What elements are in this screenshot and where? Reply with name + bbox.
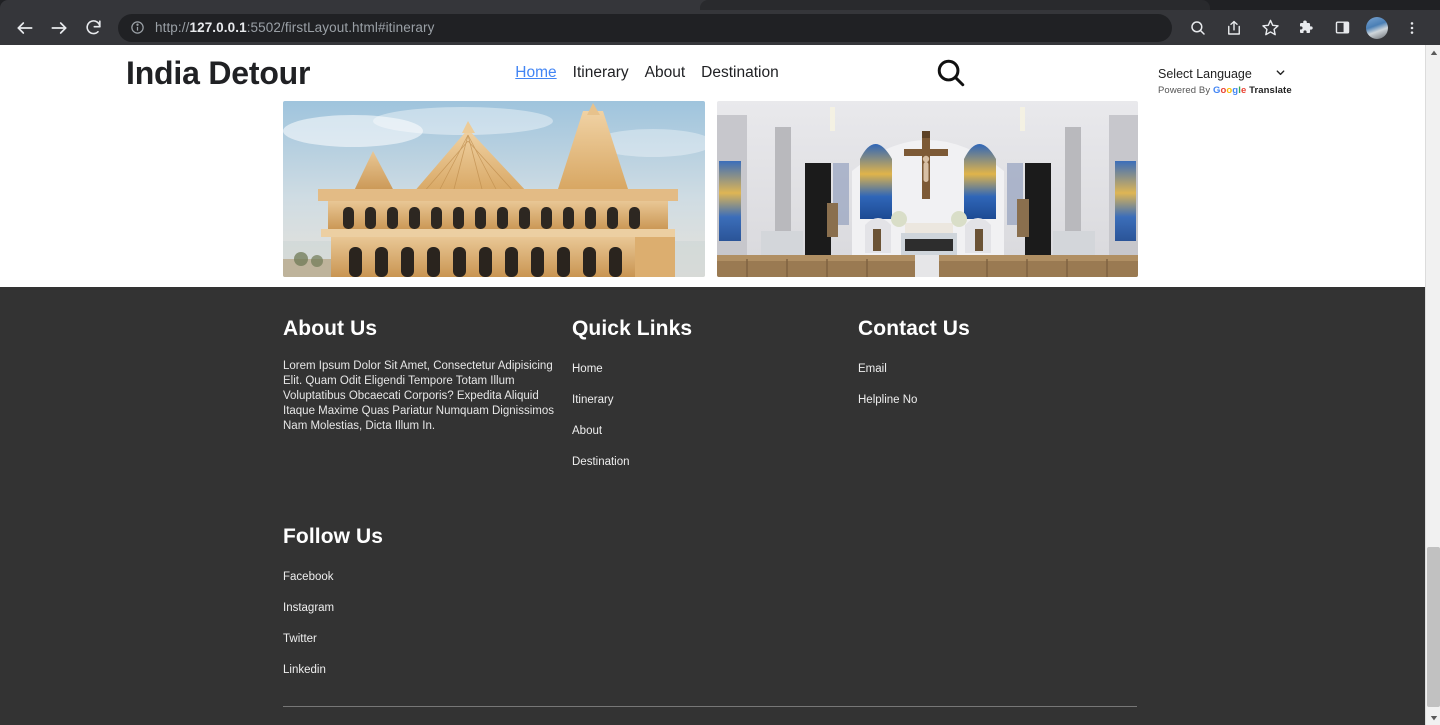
google-translate-widget: Select Language Powered By Google Transl… bbox=[1158, 67, 1292, 96]
follow-us-title: Follow Us bbox=[283, 525, 384, 548]
google-letter-e: e bbox=[1240, 85, 1247, 96]
image-gallery bbox=[0, 101, 1425, 287]
profile-avatar[interactable] bbox=[1366, 16, 1388, 39]
footer-contact-column: Contact Us Email Helpline No bbox=[858, 317, 1158, 483]
quick-link-destination[interactable]: Destination bbox=[572, 456, 630, 468]
quick-link-home[interactable]: Home bbox=[572, 363, 603, 375]
quick-link-about[interactable]: About bbox=[572, 425, 602, 437]
social-link-linkedin[interactable]: Linkedin bbox=[283, 664, 326, 676]
chevron-down-icon bbox=[1275, 67, 1286, 81]
scroll-down-arrow-icon[interactable] bbox=[1426, 710, 1440, 725]
list-item: Home bbox=[572, 359, 858, 377]
list-item: Twitter bbox=[283, 629, 1425, 647]
browser-menu-icon[interactable] bbox=[1397, 13, 1427, 43]
url-protocol: http:// bbox=[155, 20, 190, 35]
site-logo[interactable]: India Detour bbox=[126, 55, 310, 92]
url-host: 127.0.0.1 bbox=[189, 20, 247, 35]
list-item: Email bbox=[858, 359, 1158, 377]
list-item: Facebook bbox=[283, 567, 1425, 585]
footer-columns: About Us Lorem Ipsum Dolor Sit Amet, Con… bbox=[0, 317, 1425, 483]
footer-about-column: About Us Lorem Ipsum Dolor Sit Amet, Con… bbox=[283, 317, 572, 483]
quick-link-itinerary[interactable]: Itinerary bbox=[572, 394, 614, 406]
nav-link-home[interactable]: Home bbox=[515, 64, 556, 82]
tab-strip[interactable] bbox=[0, 0, 1440, 10]
page-viewport: India Detour Home Itinerary About Destin… bbox=[0, 45, 1440, 725]
social-link-twitter[interactable]: Twitter bbox=[283, 633, 317, 645]
language-select-value: Select Language bbox=[1158, 67, 1252, 81]
list-item: Instagram bbox=[283, 598, 1425, 616]
contact-email[interactable]: Email bbox=[858, 363, 887, 375]
quick-links-list: Home Itinerary About Destination bbox=[572, 359, 858, 470]
browser-tab[interactable] bbox=[0, 0, 770, 10]
contact-helpline[interactable]: Helpline No bbox=[858, 394, 917, 406]
contact-list: Email Helpline No bbox=[858, 359, 1158, 408]
browser-chrome: http://127.0.0.1:5502/firstLayout.html#i… bbox=[0, 0, 1440, 45]
url-path: :5502/firstLayout.html#itinerary bbox=[246, 20, 435, 35]
browser-toolbar: http://127.0.0.1:5502/firstLayout.html#i… bbox=[0, 10, 1440, 45]
site-header: India Detour Home Itinerary About Destin… bbox=[0, 45, 1425, 101]
back-arrow-icon[interactable] bbox=[10, 13, 40, 43]
reload-icon[interactable] bbox=[78, 13, 108, 43]
web-page: India Detour Home Itinerary About Destin… bbox=[0, 45, 1425, 725]
powered-by-label: Powered By bbox=[1158, 85, 1211, 96]
translate-label: Translate bbox=[1249, 85, 1292, 96]
social-link-facebook[interactable]: Facebook bbox=[283, 571, 334, 583]
browser-tab[interactable] bbox=[700, 0, 1210, 10]
follow-list: Facebook Instagram Twitter Linkedin bbox=[283, 567, 1425, 678]
about-us-title: About Us bbox=[283, 317, 378, 340]
site-footer: About Us Lorem Ipsum Dolor Sit Amet, Con… bbox=[0, 287, 1425, 725]
toolbar-actions bbox=[1180, 13, 1430, 43]
side-panel-icon[interactable] bbox=[1327, 13, 1357, 43]
nav-link-destination[interactable]: Destination bbox=[701, 64, 779, 82]
nav-link-about[interactable]: About bbox=[645, 64, 686, 82]
footer-copyright: Created By The Daredivas |All Rights Res… bbox=[0, 707, 1425, 725]
extensions-puzzle-icon[interactable] bbox=[1291, 13, 1321, 43]
scrollbar-thumb[interactable] bbox=[1427, 547, 1440, 707]
nav-link-itinerary[interactable]: Itinerary bbox=[573, 64, 629, 82]
search-icon[interactable] bbox=[934, 56, 968, 90]
list-item: About bbox=[572, 421, 858, 439]
page-scrollbar[interactable] bbox=[1425, 45, 1440, 725]
address-bar[interactable]: http://127.0.0.1:5502/firstLayout.html#i… bbox=[118, 13, 1172, 42]
site-info-icon[interactable] bbox=[130, 20, 145, 35]
church-photo[interactable] bbox=[717, 101, 1138, 277]
list-item: Destination bbox=[572, 452, 858, 470]
social-link-instagram[interactable]: Instagram bbox=[283, 602, 334, 614]
footer-follow-column: Follow Us Facebook Instagram Twitter Lin… bbox=[0, 525, 1425, 678]
footer-quick-links-column: Quick Links Home Itinerary About Destina… bbox=[572, 317, 858, 483]
quick-links-title: Quick Links bbox=[572, 317, 693, 340]
list-item: Helpline No bbox=[858, 390, 1158, 408]
main-navigation: Home Itinerary About Destination bbox=[515, 64, 778, 82]
search-icon[interactable] bbox=[1183, 13, 1213, 43]
temple-photo[interactable] bbox=[283, 101, 705, 277]
bookmark-star-icon[interactable] bbox=[1255, 13, 1285, 43]
share-icon[interactable] bbox=[1219, 13, 1249, 43]
forward-arrow-icon[interactable] bbox=[44, 13, 74, 43]
scroll-up-arrow-icon[interactable] bbox=[1426, 45, 1440, 60]
url-text: http://127.0.0.1:5502/firstLayout.html#i… bbox=[155, 20, 434, 35]
powered-by-google-translate: Powered By Google Translate bbox=[1158, 85, 1292, 96]
language-select[interactable]: Select Language bbox=[1158, 67, 1286, 81]
about-us-text: Lorem Ipsum Dolor Sit Amet, Consectetur … bbox=[283, 360, 554, 432]
list-item: Linkedin bbox=[283, 660, 1425, 678]
list-item: Itinerary bbox=[572, 390, 858, 408]
contact-us-title: Contact Us bbox=[858, 317, 970, 340]
